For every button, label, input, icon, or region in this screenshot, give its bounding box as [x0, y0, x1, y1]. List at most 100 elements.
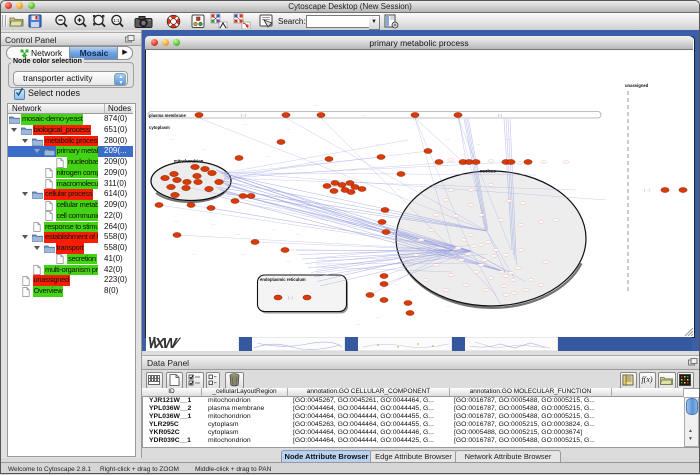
- svg-text:....: ....: [467, 253, 470, 256]
- svg-text:1:1: 1:1: [113, 18, 120, 23]
- svg-text:.....: .....: [211, 222, 216, 226]
- svg-text:.....: .....: [286, 259, 291, 263]
- svg-text:....: ....: [182, 175, 186, 179]
- svg-text:....: ....: [168, 171, 172, 175]
- svg-text:....: ....: [520, 224, 523, 227]
- svg-text:.....: .....: [376, 142, 381, 146]
- svg-text:....: ....: [164, 182, 168, 186]
- svg-text:....: ....: [470, 204, 473, 207]
- svg-text:....: ....: [505, 254, 508, 257]
- svg-text:....: ....: [485, 289, 488, 292]
- svg-text:nucleus: nucleus: [480, 169, 496, 174]
- svg-text:.....: .....: [296, 167, 301, 171]
- svg-text:.....: .....: [266, 205, 271, 209]
- svg-text:....: ....: [540, 284, 543, 287]
- svg-text:....: ....: [500, 219, 503, 222]
- svg-text:....: ....: [480, 214, 483, 217]
- svg-text:....: ....: [522, 202, 525, 205]
- svg-text:.....: .....: [351, 167, 356, 171]
- svg-text:.....: .....: [394, 282, 399, 286]
- svg-text:(...): (...): [288, 296, 293, 300]
- svg-text:....: ....: [465, 284, 468, 287]
- svg-text:....: ....: [450, 159, 453, 162]
- svg-text:.....: .....: [376, 315, 381, 319]
- svg-text:....: ....: [435, 214, 438, 217]
- svg-text:....: ....: [460, 259, 463, 262]
- svg-text:....: ....: [495, 249, 498, 252]
- svg-text:....: ....: [508, 200, 511, 203]
- svg-text:....: ....: [179, 189, 183, 193]
- svg-text:....: ....: [505, 275, 508, 278]
- svg-text:....: ....: [435, 264, 438, 267]
- svg-text:....: ....: [513, 292, 516, 295]
- svg-text:.....: .....: [416, 247, 421, 251]
- svg-text:.....: .....: [169, 137, 174, 141]
- svg-text:.....: .....: [356, 322, 361, 326]
- svg-text:....: ....: [193, 183, 197, 187]
- svg-text:....: ....: [505, 294, 508, 297]
- svg-text:.....: .....: [361, 113, 366, 117]
- svg-text:.....: .....: [401, 265, 406, 269]
- svg-text:....: ....: [543, 161, 546, 164]
- svg-text:....: ....: [540, 221, 543, 224]
- svg-text:.....: .....: [271, 227, 276, 231]
- svg-text:....: ....: [565, 161, 568, 164]
- svg-text:....: ....: [457, 247, 460, 250]
- svg-text:cytoplasm: cytoplasm: [149, 125, 170, 130]
- svg-text:....: ....: [483, 259, 486, 262]
- svg-text:....: ....: [490, 160, 493, 163]
- svg-text:....: ....: [420, 239, 423, 242]
- svg-text:....: ....: [430, 229, 433, 232]
- svg-text:.....: .....: [396, 187, 401, 191]
- svg-text:....: ....: [470, 189, 473, 192]
- svg-text:....: ....: [415, 254, 418, 257]
- svg-text:.....: .....: [243, 122, 248, 126]
- svg-text:.....: .....: [446, 304, 451, 308]
- svg-text:.....: .....: [306, 192, 311, 196]
- svg-text:....: ....: [463, 239, 466, 242]
- svg-text:....: ....: [480, 264, 483, 267]
- svg-text:.....: .....: [446, 137, 451, 141]
- svg-text:(..): (..): [498, 113, 502, 117]
- svg-text:....: ....: [493, 255, 496, 258]
- svg-text:....: ....: [480, 244, 483, 247]
- svg-text:....: ....: [512, 279, 515, 282]
- svg-text:.....: .....: [376, 257, 381, 261]
- svg-text:endoplasmic reticulum: endoplasmic reticulum: [260, 277, 306, 282]
- svg-text:....: ....: [503, 285, 506, 288]
- svg-text:.....: .....: [241, 252, 246, 256]
- svg-text:....: ....: [510, 272, 513, 275]
- svg-text:(...): (...): [241, 113, 246, 117]
- svg-text:....: ....: [475, 271, 478, 274]
- svg-text:.....: .....: [236, 207, 241, 211]
- svg-text:.....: .....: [266, 154, 271, 158]
- svg-text:....: ....: [490, 184, 493, 187]
- svg-text:.....: .....: [174, 219, 179, 223]
- svg-text:....: ....: [520, 249, 523, 252]
- svg-text:....: ....: [455, 215, 458, 218]
- svg-text:....: ....: [487, 241, 490, 244]
- svg-text:....: ....: [445, 289, 448, 292]
- svg-text:.....: .....: [236, 232, 241, 236]
- svg-text:.....: .....: [351, 202, 356, 206]
- svg-text:....: ....: [470, 234, 473, 237]
- svg-text:.....: .....: [201, 147, 206, 151]
- svg-text:.....: .....: [321, 257, 326, 261]
- svg-text:....: ....: [530, 279, 533, 282]
- svg-text:.....: .....: [506, 137, 511, 141]
- svg-text:....: ....: [473, 245, 476, 248]
- svg-text:....: ....: [490, 277, 493, 280]
- svg-text:....: ....: [224, 175, 228, 179]
- svg-text:....: ....: [500, 271, 503, 274]
- svg-text:(....): (....): [644, 188, 650, 192]
- svg-text:....: ....: [450, 274, 453, 277]
- svg-text:....: ....: [545, 261, 548, 264]
- svg-text:....: ....: [208, 191, 212, 195]
- svg-text:.....: .....: [408, 287, 413, 291]
- svg-text:.....: .....: [476, 142, 481, 146]
- svg-text:....: ....: [425, 279, 428, 282]
- svg-text:....: ....: [517, 267, 520, 270]
- svg-text:.....: .....: [296, 232, 301, 236]
- svg-text:.....: .....: [314, 103, 319, 107]
- svg-text:....: ....: [204, 177, 208, 181]
